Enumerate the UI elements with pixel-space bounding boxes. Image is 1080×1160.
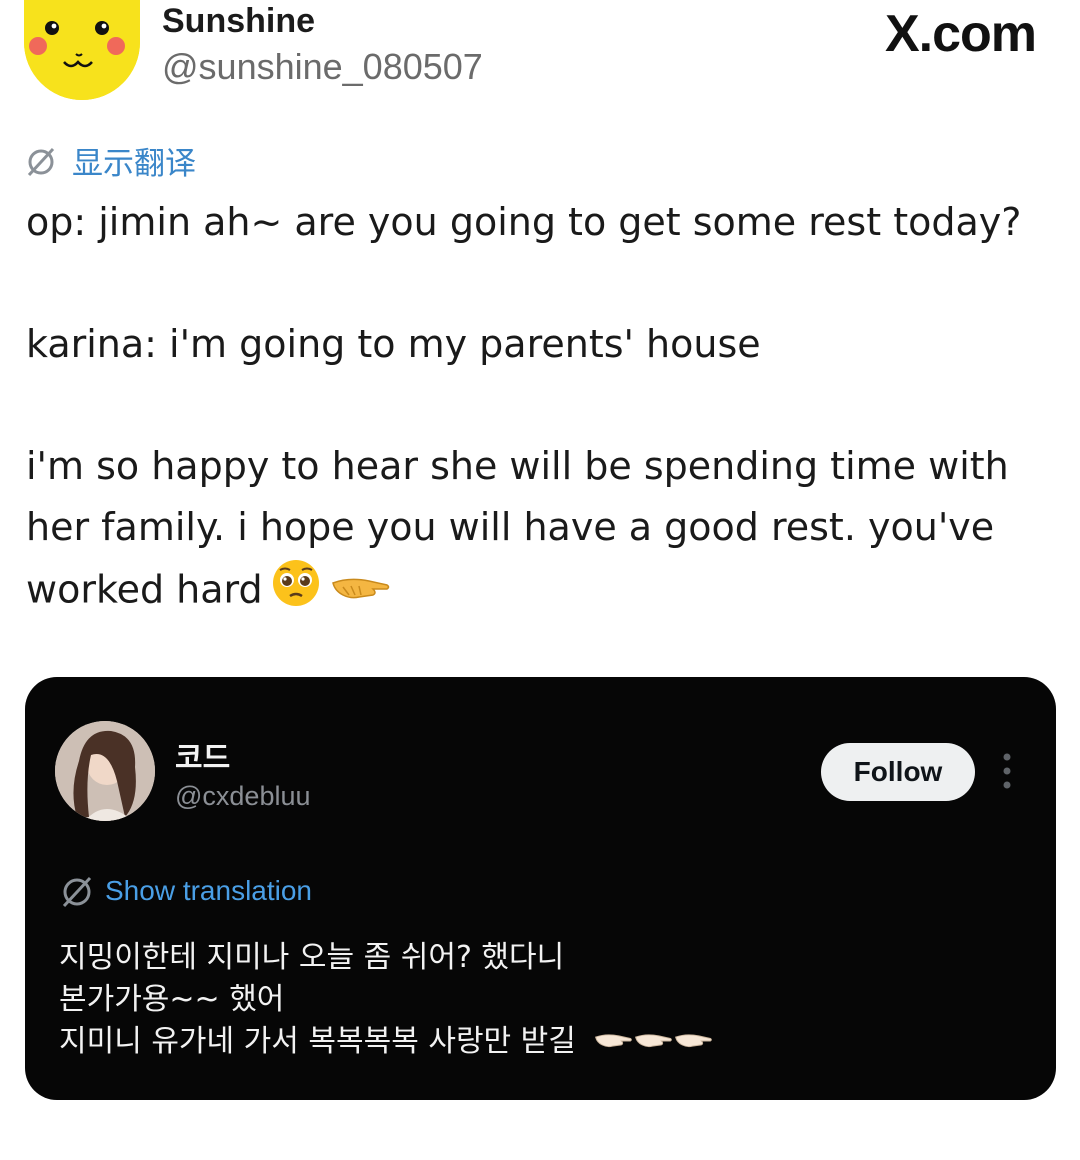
pleading-face-emoji-icon (271, 558, 321, 626)
embedded-tweet-card[interactable]: 코드 @cxdebluu Follow Show translation 지밍이… (25, 677, 1056, 1100)
post-text: op: jimin ah~ are you going to get some … (26, 192, 1056, 626)
post-line: worked hard (26, 567, 263, 612)
embedded-line-last: 지미니 유가네 가서 복복복복 사랑만 받길 (59, 1021, 713, 1064)
embedded-tweet-text: 지밍이한테 지미나 오늘 좀 쉬어? 했다니 본가가용~~ 했어 지미니 유가네… (59, 937, 713, 1064)
globe-slash-icon (62, 876, 92, 908)
more-options-icon[interactable] (999, 749, 1015, 793)
embedded-line: 지미니 유가네 가서 복복복복 사랑만 받길 (59, 1024, 576, 1059)
embedded-display-name[interactable]: 코드 (175, 733, 230, 777)
embedded-handle[interactable]: @cxdebluu (175, 781, 311, 812)
globe-slash-icon (27, 147, 55, 176)
follow-button[interactable]: Follow (821, 743, 975, 801)
x-brand-logo: X.com (884, 5, 1037, 63)
embedded-show-translation-link[interactable]: Show translation (59, 873, 312, 909)
embedded-line: 본가가용~~ 했어 (59, 982, 285, 1017)
author-handle[interactable]: @sunshine_080507 (162, 46, 483, 88)
translate-label: 显示翻译 (72, 146, 196, 182)
show-translation-link[interactable]: 显示翻译 (24, 138, 196, 183)
post-line: op: jimin ah~ are you going to get some … (26, 200, 1022, 244)
author-display-name[interactable]: Sunshine (162, 2, 315, 41)
embedded-avatar[interactable] (55, 721, 155, 821)
pointing-hand-emoji-icon (593, 1022, 633, 1064)
pointing-hand-emoji-icon (673, 1022, 713, 1064)
post-line: her family. i hope you will have a good … (26, 505, 995, 549)
person-photo-icon (55, 721, 155, 821)
yellow-character-face-icon (24, 0, 140, 100)
post-line: i'm so happy to hear she will be spendin… (26, 444, 1009, 488)
post-line-last: worked hard (26, 558, 1056, 626)
pointing-hand-emoji-icon (329, 562, 391, 623)
post-line: karina: i'm going to my parents' house (26, 322, 761, 366)
embedded-translate-label: Show translation (105, 875, 313, 906)
pointing-hand-emoji-icon (633, 1022, 673, 1064)
author-avatar[interactable] (24, 0, 140, 100)
embedded-line: 지밍이한테 지미나 오늘 좀 쉬어? 했다니 (59, 940, 565, 975)
